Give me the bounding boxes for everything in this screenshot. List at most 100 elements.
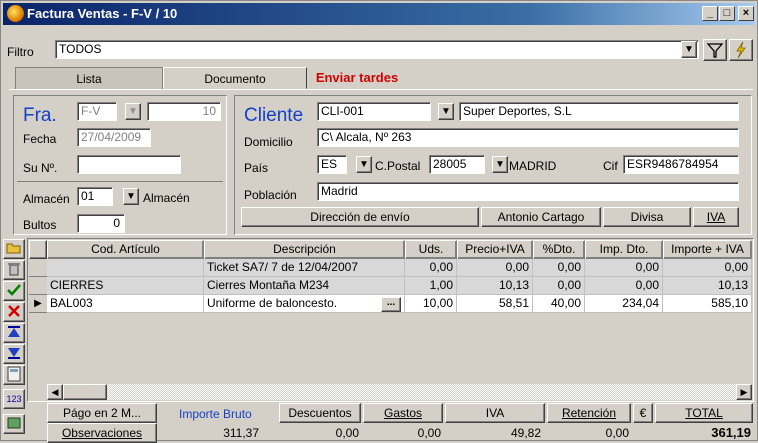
header-descripcion[interactable]: Descripción [204, 240, 405, 259]
forma-pago-button[interactable]: Págo en 2 M... [47, 403, 157, 423]
retencion-value: 0,00 [605, 426, 629, 440]
trash-icon[interactable] [3, 260, 25, 280]
calculator-icon[interactable] [3, 365, 25, 385]
su-numero-field[interactable] [77, 155, 181, 174]
agente-button[interactable]: Antonio Cartago [481, 207, 601, 227]
refresh-button[interactable] [729, 39, 753, 61]
direccion-envio-button[interactable]: Dirección de envío [241, 207, 479, 227]
serie-field[interactable]: F-V [77, 102, 117, 121]
table-row-cell[interactable]: Uniforme de baloncesto. [204, 295, 405, 313]
header-cod-articulo[interactable]: Cod. Artículo [47, 240, 204, 259]
gastos-button[interactable]: Gastos [363, 403, 443, 423]
poblacion-field[interactable]: Madrid [317, 182, 739, 201]
tab-lista[interactable]: Lista [15, 67, 163, 89]
bultos-label: Bultos [23, 218, 57, 232]
cpostal-field[interactable]: 28005 [429, 155, 485, 174]
table-row-cell[interactable]: BAL003 [47, 295, 204, 313]
header-precio-iva[interactable]: Precio+IVA [457, 240, 533, 259]
horizontal-scrollbar[interactable] [47, 384, 752, 400]
bultos-field[interactable]: 0 [77, 214, 125, 233]
table-row-cell[interactable]: 585,10 [663, 295, 752, 313]
header-uds[interactable]: Uds. [405, 240, 457, 259]
app-icon [7, 5, 24, 22]
divisa-button[interactable]: Divisa [603, 207, 691, 227]
table-row-cell[interactable]: 0,00 [533, 259, 585, 277]
tab-documento[interactable]: Documento [163, 67, 307, 89]
table-row-cell[interactable]: 0,00 [533, 277, 585, 295]
row-indicator[interactable] [29, 259, 47, 277]
import-icon[interactable] [3, 414, 25, 434]
iva-total-button[interactable]: IVA [445, 403, 545, 423]
descuentos-value: 0,00 [335, 426, 359, 440]
header-dto[interactable]: %Dto. [533, 240, 585, 259]
cpostal-dropdown-button[interactable]: ▼ [492, 156, 508, 173]
client-code-field[interactable]: CLI-001 [317, 102, 431, 121]
scroll-thumb[interactable] [63, 384, 107, 400]
client-name-field[interactable]: Super Deportes, S.L [459, 102, 739, 121]
header-imp-dto[interactable]: Imp. Dto. [585, 240, 663, 259]
table-row-cell[interactable]: 234,04 [585, 295, 663, 313]
descuentos-button[interactable]: Descuentos [279, 403, 361, 423]
close-button[interactable]: × [738, 6, 754, 21]
provincia-value: MADRID [509, 159, 557, 173]
current-row-marker[interactable]: ▶ [29, 295, 47, 313]
table-row-cell[interactable]: 0,00 [405, 259, 457, 277]
table-row-cell[interactable]: Cierres Montaña M234 [204, 277, 405, 295]
observaciones-button[interactable]: Observaciones [47, 423, 157, 443]
table-row-cell[interactable]: 0,00 [585, 259, 663, 277]
domicilio-field[interactable]: C\ Alcala, Nº 263 [317, 128, 739, 147]
cancel-icon[interactable] [3, 302, 25, 322]
check-icon[interactable] [3, 281, 25, 301]
fecha-field[interactable]: 27/04/2009 [77, 128, 151, 147]
cliente-label: Cliente [244, 105, 304, 126]
pais-dropdown-button[interactable]: ▼ [356, 156, 372, 173]
serie-dropdown-button[interactable]: ▼ [125, 103, 141, 120]
table-row-cell[interactable]: 10,13 [457, 277, 533, 295]
table-row-cell[interactable]: 40,00 [533, 295, 585, 313]
maximize-button[interactable]: □ [719, 6, 735, 21]
filter-dropdown-button[interactable]: ▼ [681, 41, 697, 58]
filter-select[interactable]: TODOS [55, 40, 699, 59]
funnel-icon [706, 43, 724, 58]
filter-button[interactable] [703, 39, 727, 61]
folder-open-icon[interactable] [3, 239, 25, 259]
almacen-dropdown-button[interactable]: ▼ [123, 188, 139, 205]
factura-ventas-window: Factura Ventas - F-V / 10 _ □ × Filtro T… [0, 0, 758, 443]
description-ellipsis-button[interactable]: ... [381, 297, 401, 312]
table-row-cell[interactable]: 0,00 [663, 259, 752, 277]
almacen-name: Almacén [143, 191, 190, 205]
table-row-cell[interactable]: CIERRES [47, 277, 204, 295]
table-row-cell[interactable]: 0,00 [457, 259, 533, 277]
lightning-icon [736, 41, 746, 59]
move-bottom-icon[interactable] [3, 344, 25, 364]
iva-button[interactable]: IVA [693, 207, 739, 227]
header-importe-iva[interactable]: Importe + IVA [663, 240, 752, 259]
domicilio-label: Domicilio [244, 135, 293, 149]
pais-field[interactable]: ES [317, 155, 347, 174]
grid-corner [29, 240, 47, 259]
row-indicator[interactable] [29, 277, 47, 295]
fra-label: Fra. [23, 105, 57, 126]
total-value: 361,19 [711, 425, 751, 440]
table-row-cell[interactable]: Ticket SA7/ 7 de 12/04/2007 [204, 259, 405, 277]
scroll-right-button[interactable]: ▶ [736, 384, 752, 400]
almacen-code-field[interactable]: 01 [77, 187, 113, 206]
cif-field[interactable]: ESR9486784954 [623, 155, 739, 174]
invoice-number-field[interactable]: 10 [147, 102, 221, 121]
table-row-cell[interactable]: 10,13 [663, 277, 752, 295]
move-top-icon[interactable] [3, 323, 25, 343]
retencion-button[interactable]: Retención [547, 403, 631, 423]
numbering-icon[interactable]: 123 [3, 389, 25, 409]
table-row-cell[interactable] [47, 259, 204, 277]
table-row-cell[interactable]: 10,00 [405, 295, 457, 313]
table-row-cell[interactable]: 0,00 [585, 277, 663, 295]
table-row-cell[interactable]: 58,51 [457, 295, 533, 313]
total-button[interactable]: TOTAL [655, 403, 753, 423]
table-row-cell[interactable]: 1,00 [405, 277, 457, 295]
currency-button[interactable]: € [633, 403, 653, 423]
scroll-left-button[interactable]: ◀ [47, 384, 63, 400]
minimize-button[interactable]: _ [702, 6, 718, 21]
client-dropdown-button[interactable]: ▼ [438, 103, 454, 120]
tab-enviar-tardes[interactable]: Enviar tardes [307, 67, 407, 89]
title-bar[interactable]: Factura Ventas - F-V / 10 _ □ × [3, 3, 755, 25]
